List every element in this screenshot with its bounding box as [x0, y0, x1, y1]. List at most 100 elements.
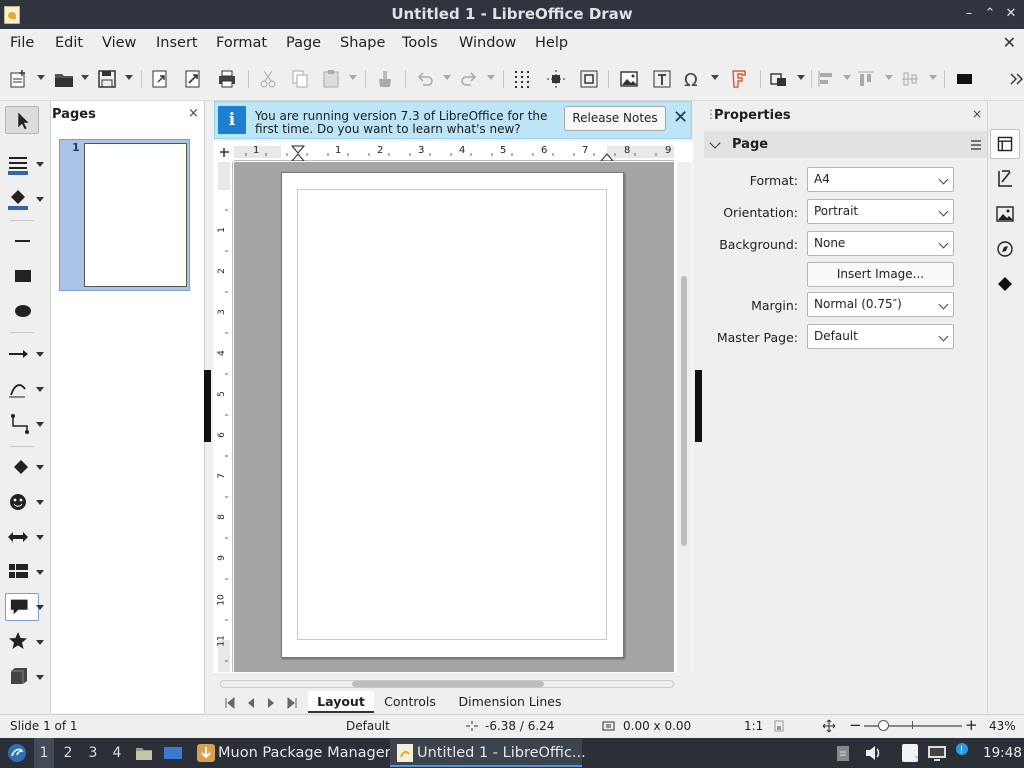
symbol-shapes-dropdown-arrow[interactable]	[36, 500, 44, 505]
zoom-out-button[interactable]: −	[849, 716, 862, 734]
export-icon[interactable]	[149, 68, 171, 90]
start-menu-icon[interactable]	[6, 742, 28, 764]
tab-layout[interactable]: Layout	[308, 691, 374, 713]
new-dropdown-arrow[interactable]	[37, 75, 45, 80]
paste-dropdown-arrow[interactable]	[349, 75, 357, 80]
transformations-dropdown-arrow[interactable]	[797, 75, 805, 80]
orientation-select[interactable]: Portrait	[807, 199, 954, 224]
styles-deck-icon[interactable]	[990, 164, 1020, 194]
rectangle-icon[interactable]	[5, 262, 39, 290]
arrange-icon[interactable]	[855, 68, 877, 90]
image-icon[interactable]	[618, 68, 640, 90]
ruler-corner[interactable]	[216, 144, 232, 160]
menu-insert[interactable]: Insert	[156, 29, 198, 57]
clone-formatting-icon[interactable]	[374, 68, 396, 90]
page-thumbnail-preview[interactable]	[84, 143, 187, 287]
stars-icon[interactable]	[5, 628, 39, 656]
line-color-dropdown-arrow[interactable]	[36, 162, 44, 167]
line-icon[interactable]	[5, 227, 39, 255]
helplines-icon[interactable]	[545, 68, 567, 90]
basic-shapes-icon[interactable]	[5, 453, 39, 481]
fill-color-icon[interactable]	[5, 185, 39, 213]
block-arrows-icon[interactable]	[5, 523, 39, 551]
menu-page[interactable]: Page	[286, 29, 321, 57]
sidebar-collapse-handle[interactable]	[695, 370, 702, 442]
menu-edit[interactable]: Edit	[55, 29, 83, 57]
transformations-icon[interactable]	[768, 68, 790, 90]
undo-icon[interactable]	[414, 68, 436, 90]
menu-tools[interactable]: Tools	[402, 29, 438, 57]
open-dropdown-arrow[interactable]	[81, 75, 89, 80]
workspace-3[interactable]: 3	[83, 738, 103, 768]
release-notes-button[interactable]: Release Notes	[564, 106, 666, 131]
horizontal-scrollbar-thumb[interactable]	[352, 681, 544, 687]
page-section-more-options-icon[interactable]	[969, 138, 983, 152]
file-manager-icon[interactable]	[134, 743, 154, 763]
select-icon[interactable]	[5, 106, 39, 134]
3d-objects-icon[interactable]	[5, 663, 39, 691]
stars-dropdown-arrow[interactable]	[36, 640, 44, 645]
previous-tab-icon[interactable]	[245, 697, 257, 709]
menu-file[interactable]: File	[10, 29, 34, 57]
export-pdf-icon[interactable]	[182, 68, 204, 90]
gallery-deck-icon[interactable]	[990, 199, 1020, 229]
open-icon[interactable]	[53, 68, 75, 90]
flowchart-dropdown-arrow[interactable]	[36, 570, 44, 575]
update-notifier-icon[interactable]: !	[955, 742, 969, 756]
symbol-shapes-icon[interactable]	[5, 488, 39, 516]
shadow-icon[interactable]	[954, 68, 976, 90]
new-icon[interactable]	[8, 68, 30, 90]
special-character-icon[interactable]: Ω	[681, 68, 703, 90]
minimize-button[interactable]: –	[960, 4, 978, 24]
lines-arrows-dropdown-arrow[interactable]	[36, 352, 44, 357]
workspace-1[interactable]: 1	[34, 738, 54, 768]
volume-icon[interactable]	[863, 743, 883, 763]
callouts-icon[interactable]	[5, 593, 39, 621]
align-dropdown-arrow[interactable]	[843, 75, 851, 80]
fontwork-icon[interactable]	[728, 68, 750, 90]
clipboard-icon[interactable]	[835, 743, 851, 763]
ellipse-icon[interactable]	[5, 297, 39, 325]
print-icon[interactable]	[216, 68, 238, 90]
zoom-in-button[interactable]: +	[965, 716, 978, 734]
more-icon[interactable]	[1006, 68, 1024, 90]
undo-dropdown-arrow[interactable]	[443, 75, 451, 80]
connectors-dropdown-arrow[interactable]	[36, 422, 44, 427]
special-character-dropdown-arrow[interactable]	[711, 75, 719, 80]
line-color-icon[interactable]	[5, 150, 39, 178]
close-document-button[interactable]: ✕	[1003, 29, 1016, 57]
zoom-pan-icon[interactable]	[578, 68, 600, 90]
document-modified-icon[interactable]	[773, 720, 785, 732]
workspace-2[interactable]: 2	[58, 738, 78, 768]
3d-objects-dropdown-arrow[interactable]	[36, 675, 44, 680]
insert-image-button[interactable]: Insert Image...	[807, 262, 954, 287]
workspace-4[interactable]: 4	[107, 738, 127, 768]
distribute-dropdown-arrow[interactable]	[929, 75, 937, 80]
fit-page-icon[interactable]	[822, 719, 836, 733]
next-tab-icon[interactable]	[265, 697, 277, 709]
first-tab-icon[interactable]	[224, 697, 236, 709]
master-page-select[interactable]: Default	[807, 324, 954, 349]
zoom-percentage[interactable]: 43%	[989, 719, 1016, 733]
redo-icon[interactable]	[458, 68, 480, 90]
clock[interactable]: 19:48	[983, 738, 1022, 768]
grid-icon[interactable]	[511, 68, 533, 90]
textbox-icon[interactable]	[651, 68, 673, 90]
tab-controls[interactable]: Controls	[380, 691, 440, 713]
maximize-button[interactable]: ⌃	[981, 4, 999, 24]
pages-panel-close-button[interactable]: ×	[188, 106, 199, 121]
zoom-slider-thumb[interactable]	[878, 720, 889, 731]
arrange-dropdown-arrow[interactable]	[885, 75, 893, 80]
horizontal-ruler[interactable]: 1 1 2 3 4 5 6 7 8 9	[234, 144, 674, 161]
save-icon[interactable]	[96, 68, 118, 90]
close-window-button[interactable]: ✕	[1002, 4, 1020, 24]
shapes-deck-icon[interactable]	[990, 269, 1020, 299]
pages-panel-collapse-handle[interactable]	[204, 370, 211, 442]
menu-window[interactable]: Window	[459, 29, 516, 57]
distribute-icon[interactable]	[899, 68, 921, 90]
arrow-line-icon[interactable]	[5, 340, 39, 368]
format-select[interactable]: A4	[807, 167, 954, 192]
last-tab-icon[interactable]	[286, 697, 298, 709]
notes-icon[interactable]	[900, 742, 920, 764]
menu-format[interactable]: Format	[216, 29, 267, 57]
